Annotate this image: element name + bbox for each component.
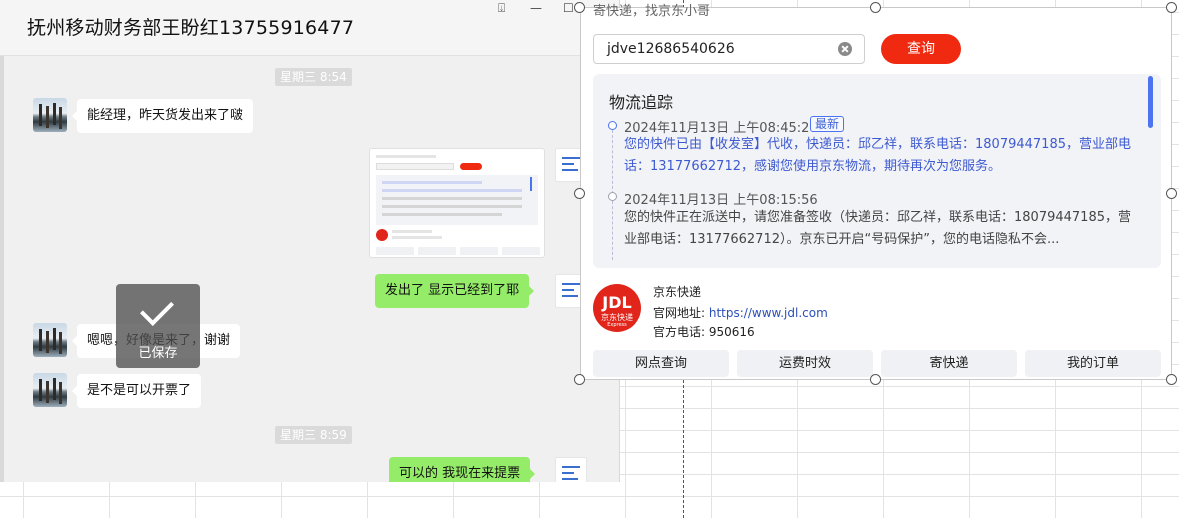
page-break-line — [683, 380, 684, 518]
clear-icon[interactable] — [838, 42, 852, 56]
my-orders-button[interactable]: 我的订单 — [1025, 350, 1161, 377]
jdl-logo: JDL 京东快递 Express — [593, 284, 641, 332]
send-package-button[interactable]: 寄快递 — [881, 350, 1017, 377]
screen: 抚州移动财务部王盼红13755916477 ⍗ — ☐ 星期三 8:54 能经理… — [0, 0, 1179, 518]
courier-tracking-panel[interactable]: 寄快递，找京东小哥 jdve12686540626 查询 物流追踪 2024年1… — [580, 4, 1172, 380]
pin-icon[interactable]: ⍗ — [498, 1, 505, 16]
tracking-number-value: jdve12686540626 — [607, 41, 735, 57]
query-button[interactable]: 查询 — [881, 34, 961, 64]
saved-toast: 已保存 — [116, 284, 200, 368]
contact-avatar[interactable] — [33, 98, 67, 132]
resize-handle[interactable] — [870, 2, 881, 13]
resize-handle[interactable] — [870, 374, 881, 385]
event-text: 您的快件正在派送中，请您准备签收（快递员：邱乙祥，联系电话：1807944718… — [624, 210, 1131, 247]
company-name: 京东快递 — [653, 285, 702, 299]
message-bubble[interactable]: 能经理，昨天货发出来了啵 — [71, 99, 254, 133]
chat-header: 抚州移动财务部王盼红13755916477 ⍗ — ☐ — [0, 0, 619, 56]
message-bubble[interactable]: 可以的 我现在来提票 — [389, 457, 536, 482]
message-bubble[interactable]: 发出了 显示已经到了耶 — [375, 274, 535, 308]
minimize-icon[interactable]: — — [530, 1, 542, 15]
resize-handle[interactable] — [1166, 2, 1177, 13]
contact-avatar[interactable] — [33, 323, 67, 357]
tracking-number-input[interactable]: jdve12686540626 — [593, 34, 865, 64]
event-text: 您的快件已由【收发室】代收，快递员：邱乙祥，联系电话：18079447185，营… — [624, 137, 1131, 174]
time-stamp: 星期三 8:59 — [275, 426, 352, 444]
company-website: 官网地址: https://www.jdl.com — [653, 306, 828, 320]
tracking-title: 物流追踪 — [609, 93, 674, 112]
time-stamp: 星期三 8:54 — [275, 68, 352, 86]
saved-label: 已保存 — [138, 346, 178, 361]
company-phone: 官方电话: 950616 — [653, 325, 755, 339]
chat-title: 抚州移动财务部王盼红13755916477 — [27, 17, 355, 39]
resize-handle[interactable] — [574, 2, 585, 13]
latest-badge: 最新 — [810, 116, 845, 132]
resize-handle[interactable] — [574, 374, 585, 385]
chat-window: 抚州移动财务部王盼红13755916477 ⍗ — ☐ 星期三 8:54 能经理… — [0, 0, 620, 482]
chat-edge — [0, 56, 4, 482]
checkmark-icon — [140, 292, 174, 326]
timeline-dot — [608, 192, 617, 201]
website-link[interactable]: https://www.jdl.com — [709, 306, 828, 320]
branch-query-button[interactable]: 网点查询 — [593, 350, 729, 377]
timeline-dot — [608, 121, 617, 130]
panel-header-text: 寄快递，找京东小哥 — [593, 4, 711, 19]
maximize-icon[interactable]: ☐ — [563, 1, 574, 15]
tracking-timeline: 物流追踪 2024年11月13日 上午08:45:26 最新 您的快件已由【收发… — [593, 74, 1161, 268]
resize-handle[interactable] — [1166, 188, 1177, 199]
contact-avatar[interactable] — [33, 373, 67, 407]
message-bubble[interactable]: 是不是可以开票了 — [71, 374, 202, 408]
resize-handle[interactable] — [1166, 374, 1177, 385]
self-avatar[interactable] — [555, 457, 587, 482]
shipping-fee-button[interactable]: 运费时效 — [737, 350, 873, 377]
resize-handle[interactable] — [574, 188, 585, 199]
scrollbar-thumb[interactable] — [1148, 76, 1153, 128]
event-time: 2024年11月13日 上午08:15:56 — [624, 193, 818, 208]
screenshot-thumbnail[interactable] — [369, 148, 545, 258]
